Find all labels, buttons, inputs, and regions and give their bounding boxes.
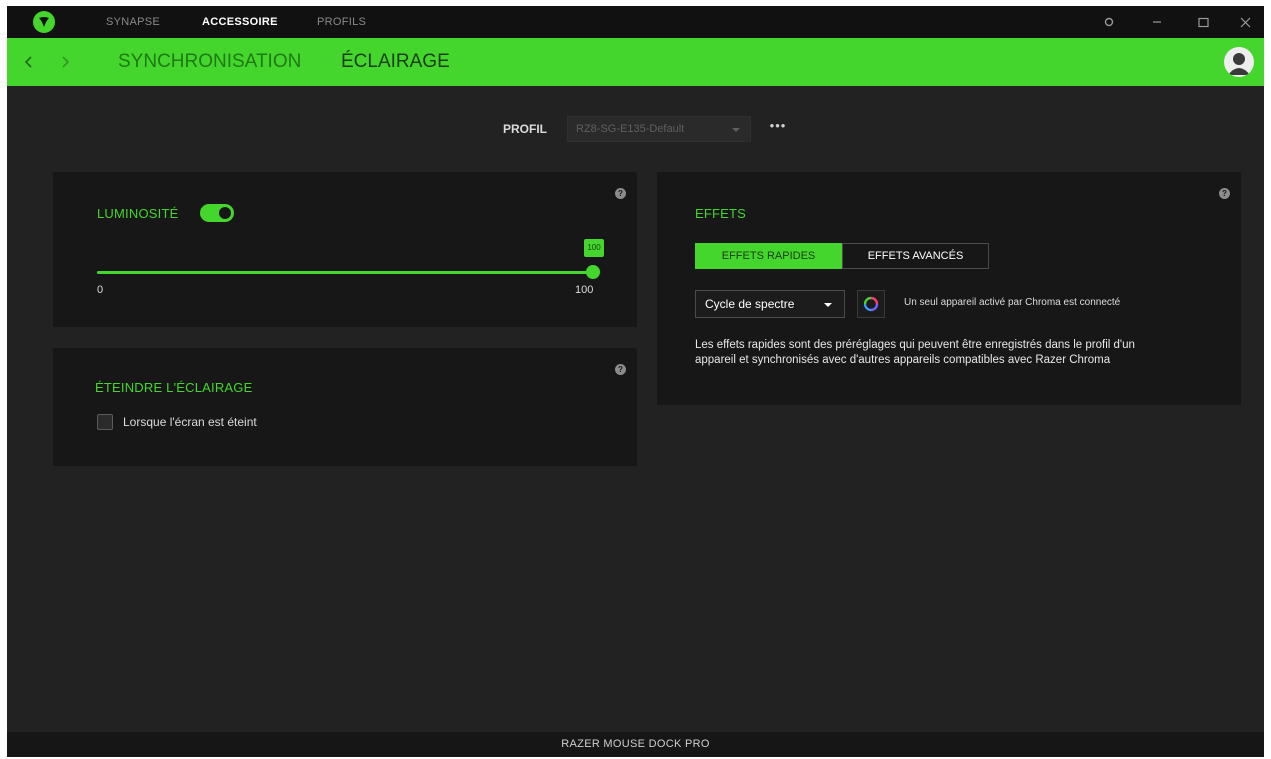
topnav-profils[interactable]: PROFILS bbox=[317, 6, 366, 38]
razer-logo-icon bbox=[33, 11, 55, 33]
tab-synchronisation[interactable]: SYNCHRONISATION bbox=[118, 38, 301, 86]
screen-off-checkbox[interactable] bbox=[97, 414, 113, 430]
effects-panel: ? EFFETS EFFETS RAPIDES EFFETS AVANCÉS C… bbox=[657, 172, 1241, 405]
topnav-synapse[interactable]: SYNAPSE bbox=[106, 6, 160, 38]
lighting-off-panel: ? ÉTEINDRE L'ÉCLAIRAGE Lorsque l'écran e… bbox=[53, 348, 637, 466]
topnav-accessoire[interactable]: ACCESSOIRE bbox=[202, 6, 278, 38]
minimize-icon[interactable] bbox=[1139, 6, 1175, 38]
device-name-footer: RAZER MOUSE DOCK PRO bbox=[7, 732, 1264, 757]
brightness-slider-track[interactable] bbox=[97, 271, 594, 274]
chroma-settings-button[interactable] bbox=[857, 290, 885, 318]
brightness-panel: ? LUMINOSITÉ 100 0 100 bbox=[53, 172, 637, 327]
more-options-button[interactable]: ••• bbox=[767, 119, 789, 136]
help-icon[interactable]: ? bbox=[615, 188, 626, 199]
chevron-down-icon bbox=[824, 303, 832, 307]
screen-off-label: Lorsque l'écran est éteint bbox=[123, 415, 257, 429]
app-window: SYNAPSE ACCESSOIRE PROFILS SYNCHRONISATI… bbox=[7, 6, 1264, 757]
lighting-off-title: ÉTEINDRE L'ÉCLAIRAGE bbox=[95, 380, 253, 395]
effect-selected-value: Cycle de spectre bbox=[705, 297, 795, 311]
help-icon[interactable]: ? bbox=[1219, 188, 1230, 199]
tab-eclairage[interactable]: ÉCLAIRAGE bbox=[341, 38, 450, 86]
slider-max-label: 100 bbox=[575, 284, 594, 296]
toggle-knob bbox=[219, 207, 231, 219]
effect-dropdown[interactable]: Cycle de spectre bbox=[695, 290, 845, 318]
profile-dropdown[interactable]: RZ8-SG-E135-Default bbox=[567, 116, 751, 142]
brightness-title: LUMINOSITÉ bbox=[97, 206, 179, 221]
chevron-down-icon bbox=[732, 128, 740, 132]
profile-label: PROFIL bbox=[503, 122, 547, 136]
tab-effets-rapides[interactable]: EFFETS RAPIDES bbox=[695, 243, 842, 269]
maximize-icon[interactable] bbox=[1185, 6, 1221, 38]
chroma-icon bbox=[863, 296, 879, 312]
profile-selected-value: RZ8-SG-E135-Default bbox=[576, 123, 685, 135]
effects-title: EFFETS bbox=[695, 206, 747, 221]
brightness-slider-thumb[interactable] bbox=[586, 265, 600, 279]
slider-value-bubble: 100 bbox=[584, 239, 604, 257]
brightness-toggle[interactable] bbox=[200, 204, 234, 222]
close-icon[interactable] bbox=[1227, 6, 1263, 38]
effects-description: Les effets rapides sont des préréglages … bbox=[695, 339, 1135, 366]
forward-arrow-icon[interactable] bbox=[53, 38, 77, 86]
chroma-status-text: Un seul appareil activé par Chroma est c… bbox=[904, 297, 1121, 308]
settings-icon[interactable] bbox=[1091, 6, 1127, 38]
sub-navigation-bar: SYNCHRONISATION ÉCLAIRAGE bbox=[7, 38, 1264, 86]
back-arrow-icon[interactable] bbox=[17, 38, 41, 86]
user-avatar-icon[interactable] bbox=[1224, 47, 1254, 77]
title-bar: SYNAPSE ACCESSOIRE PROFILS bbox=[7, 6, 1264, 38]
help-icon[interactable]: ? bbox=[615, 364, 626, 375]
slider-min-label: 0 bbox=[97, 284, 104, 296]
tab-effets-avances[interactable]: EFFETS AVANCÉS bbox=[842, 243, 989, 269]
